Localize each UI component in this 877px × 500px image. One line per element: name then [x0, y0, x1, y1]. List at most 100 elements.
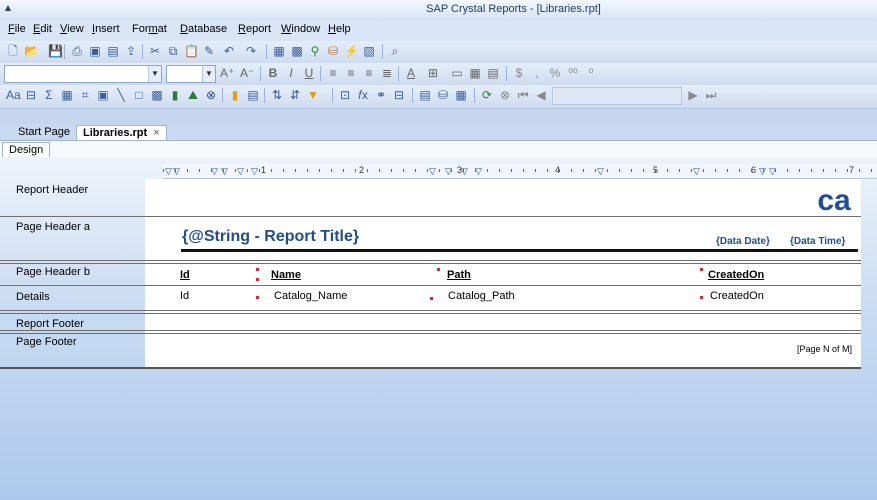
redo-icon[interactable]: ↷: [244, 44, 258, 58]
ruler-guide-marker[interactable]: ▽: [211, 166, 218, 177]
ruler-guide-marker[interactable]: ▽: [237, 166, 244, 177]
column-header-createdon[interactable]: CreatedOn: [708, 269, 764, 281]
menu-format[interactable]: Format: [132, 23, 167, 35]
group-icon[interactable]: ▦: [272, 44, 286, 58]
section-label-report-header[interactable]: Report Header: [0, 184, 145, 196]
group-tree-icon[interactable]: ⊡: [338, 88, 352, 102]
paste-icon[interactable]: 📋: [184, 44, 199, 58]
preview-icon[interactable]: ▤: [106, 44, 120, 58]
insert-map-icon[interactable]: ⛰: [186, 88, 200, 102]
refresh-icon[interactable]: ⟳: [480, 88, 494, 102]
data-date-field[interactable]: {Data Date}: [716, 236, 770, 247]
italic-icon[interactable]: I: [284, 66, 298, 80]
frame-icon[interactable]: ⊟: [392, 88, 406, 102]
section-label-page-header-a[interactable]: Page Header a: [0, 221, 145, 233]
section-label-page-footer[interactable]: Page Footer: [0, 336, 145, 348]
filter-icon[interactable]: ▼: [306, 88, 320, 102]
link-icon[interactable]: ⚭: [374, 88, 388, 102]
suppress-icon[interactable]: ▭: [450, 66, 464, 80]
border-icon[interactable]: ⊞: [426, 66, 440, 80]
menu-insert[interactable]: Insert: [92, 23, 120, 35]
section-divider[interactable]: [0, 367, 861, 369]
menu-edit[interactable]: Edit: [33, 23, 52, 35]
find-icon[interactable]: ⌕: [388, 44, 402, 58]
ruler-guide-marker[interactable]: ▽: [475, 166, 482, 177]
bold-icon[interactable]: B: [266, 66, 280, 80]
decrease-font-icon[interactable]: A⁻: [240, 66, 254, 80]
menu-database[interactable]: Database: [180, 23, 227, 35]
chevron-down-icon[interactable]: ▼: [148, 66, 161, 82]
chevron-down-icon[interactable]: ▼: [202, 66, 215, 82]
field-handle[interactable]: [430, 297, 433, 300]
insert-flash-icon[interactable]: ⊗: [204, 88, 218, 102]
align-left-icon[interactable]: ≡: [326, 66, 340, 80]
insert-chart-icon[interactable]: ▮: [168, 88, 182, 102]
page-n-of-m-field[interactable]: [Page N of M]: [797, 344, 852, 354]
print-preview-icon[interactable]: ▣: [88, 44, 102, 58]
section-label-report-footer[interactable]: Report Footer: [0, 318, 145, 330]
field-handle[interactable]: [437, 268, 440, 271]
align-right-icon[interactable]: ≡: [362, 66, 376, 80]
section-divider[interactable]: [0, 330, 861, 331]
align-center-icon[interactable]: ≡: [344, 66, 358, 80]
section-divider[interactable]: [0, 285, 861, 286]
sort-az-icon[interactable]: ⇵: [288, 88, 302, 102]
section-divider[interactable]: [0, 216, 861, 217]
tab-design[interactable]: Design: [2, 142, 51, 157]
section-divider[interactable]: [0, 333, 861, 334]
select-expert-icon[interactable]: ⚡: [344, 44, 359, 58]
cut-icon[interactable]: ✂: [148, 44, 162, 58]
section-label-page-header-b[interactable]: Page Header b: [0, 266, 145, 278]
first-page-icon[interactable]: ⏮: [516, 88, 530, 102]
justify-icon[interactable]: ≣: [380, 66, 394, 80]
section-divider[interactable]: [0, 310, 861, 311]
insert-line-icon[interactable]: ╲: [114, 88, 128, 102]
detail-field-catalog-name[interactable]: Catalog_Name: [274, 290, 347, 302]
title-underline[interactable]: [181, 249, 858, 252]
open-icon[interactable]: 📂: [24, 44, 39, 58]
menu-report[interactable]: Report: [238, 23, 271, 35]
ruler-guide-marker[interactable]: ▽: [251, 166, 258, 177]
next-page-icon[interactable]: ▶: [686, 88, 700, 102]
report-explorer-icon[interactable]: ▤: [418, 88, 432, 102]
column-header-id[interactable]: Id: [180, 269, 190, 281]
percent-icon[interactable]: %: [548, 66, 562, 80]
export-icon[interactable]: ⇪: [124, 44, 138, 58]
insert-cross-tab-icon[interactable]: ▦: [60, 88, 74, 102]
field-handle[interactable]: [256, 296, 259, 299]
close-icon[interactable]: ×: [153, 127, 159, 139]
field-handle[interactable]: [256, 278, 259, 281]
section-divider[interactable]: [0, 313, 861, 314]
database-expert-icon[interactable]: ⛁: [326, 44, 340, 58]
previous-page-icon[interactable]: ◀: [534, 88, 548, 102]
section-divider[interactable]: [0, 263, 861, 264]
insert-box-icon[interactable]: □: [132, 88, 146, 102]
lock-format-icon[interactable]: ▦: [468, 66, 482, 80]
new-icon[interactable]: 🗋: [6, 44, 20, 58]
tab-libraries-rpt[interactable]: Libraries.rpt ×: [76, 125, 167, 141]
section-divider[interactable]: [0, 260, 861, 261]
dependency-icon[interactable]: ▦: [454, 88, 468, 102]
insert-subreport-icon[interactable]: ▣: [96, 88, 110, 102]
ruler-guide-marker[interactable]: ▽: [597, 166, 604, 177]
increase-font-icon[interactable]: A⁺: [220, 66, 234, 80]
menu-file[interactable]: File: [8, 23, 26, 35]
font-color-icon[interactable]: A: [404, 66, 418, 80]
field-handle[interactable]: [700, 268, 703, 271]
calculator-icon[interactable]: ▩: [290, 44, 304, 58]
insert-text-object-icon[interactable]: Aa: [6, 88, 21, 102]
ruler-guide-marker[interactable]: ▽: [693, 166, 700, 177]
section-expert-icon[interactable]: ▧: [362, 44, 376, 58]
data-time-field[interactable]: {Data Time}: [790, 236, 845, 247]
report-title-field[interactable]: {@String - Report Title}: [182, 228, 359, 246]
detail-field-id[interactable]: Id: [180, 290, 189, 302]
undo-icon[interactable]: ↶: [222, 44, 236, 58]
thousands-icon[interactable]: ,: [530, 66, 544, 80]
field-explorer-icon[interactable]: ⚲: [308, 44, 322, 58]
column-header-name[interactable]: Name: [271, 269, 301, 281]
menu-window[interactable]: Window: [281, 23, 320, 35]
insert-group-icon[interactable]: ⊟: [24, 88, 38, 102]
detail-field-catalog-path[interactable]: Catalog_Path: [448, 290, 515, 302]
formula-icon[interactable]: 𝑓x: [356, 88, 370, 102]
menu-help[interactable]: Help: [328, 23, 351, 35]
